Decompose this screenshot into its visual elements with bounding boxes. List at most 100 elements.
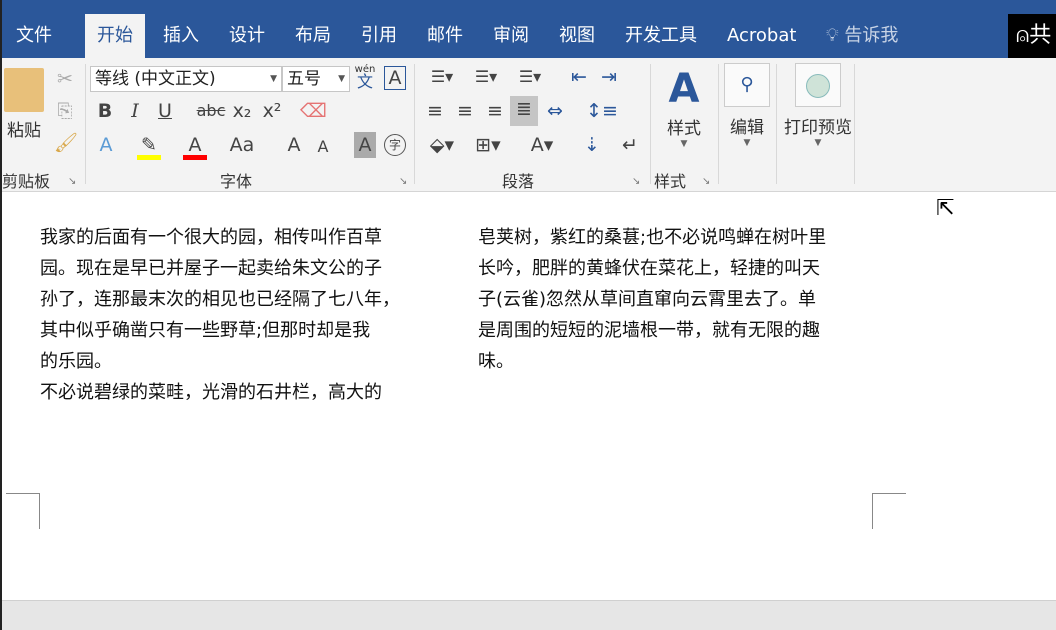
justify-icon[interactable]: ≣: [510, 96, 538, 126]
decrease-indent-icon[interactable]: ⇤: [566, 64, 592, 90]
align-left-icon[interactable]: ≡: [422, 98, 448, 124]
divider: [85, 64, 86, 184]
circle-icon: [806, 74, 830, 98]
phonetic-guide-button[interactable]: wén 文: [354, 64, 376, 94]
paragraph-group-label: 段落: [502, 172, 535, 191]
tab-acrobat[interactable]: Acrobat: [715, 14, 808, 58]
text-line: 不必说碧绿的菜畦，光滑的石井栏，高大的: [40, 382, 382, 403]
strikethrough-button[interactable]: abc: [196, 98, 226, 124]
font-size-value: 五号: [287, 69, 321, 89]
superscript-button[interactable]: x²: [260, 98, 284, 124]
multilevel-list-button[interactable]: ☰▾: [510, 64, 550, 90]
chevron-down-icon: ▼: [270, 74, 277, 84]
text-line: 子(云雀)忽然从草间直窜向云霄里去了。单: [478, 289, 817, 310]
italic-button[interactable]: I: [124, 98, 146, 124]
divider: [718, 64, 719, 184]
bullets-button[interactable]: ☰▾: [422, 64, 462, 90]
text-line: 园。现在是早已并屋子一起卖给朱文公的子: [40, 258, 382, 279]
chevron-down-icon: ▼: [814, 138, 822, 148]
clipboard-icon: [4, 68, 44, 112]
text-column-2: 皂荚树，紫红的桑葚;也不必说鸣蝉在树叶里 长吟，肥胖的黄蜂伏在菜花上，轻捷的叫天…: [478, 222, 898, 377]
styles-group-label: 样式: [654, 172, 687, 191]
clipboard-launcher-icon[interactable]: ↘: [68, 176, 76, 187]
margin-corner-mark: [6, 493, 40, 529]
numbering-button[interactable]: ☰▾: [466, 64, 506, 90]
font-name-select[interactable]: 等线 (中文正文) ▼: [90, 66, 282, 92]
text-line: 味。: [478, 351, 514, 372]
change-case-button[interactable]: Aa: [228, 132, 256, 158]
phonetic-char: 文: [356, 72, 373, 91]
print-preview-button[interactable]: 打印预览 ▼: [780, 63, 856, 148]
add-person-icon: ⍝: [1016, 23, 1030, 48]
text-line: 其中似乎确凿只有一些野草;但那时却是我: [40, 320, 371, 341]
chevron-down-icon: ▼: [680, 139, 688, 149]
tab-layout[interactable]: 布局: [283, 14, 343, 58]
copy-icon[interactable]: ⎘: [54, 98, 76, 124]
tell-me-box[interactable]: 💡︎ 告诉我: [814, 14, 910, 58]
tab-review[interactable]: 审阅: [481, 14, 541, 58]
increase-indent-icon[interactable]: ⇥: [596, 64, 622, 90]
paste-button[interactable]: 粘贴: [2, 68, 46, 141]
share-button[interactable]: ⍝共: [1008, 14, 1056, 58]
underline-button[interactable]: U: [154, 98, 176, 124]
shading-icon[interactable]: ⬙▾: [422, 132, 462, 158]
font-group-label: 字体: [220, 172, 253, 191]
font-launcher-icon[interactable]: ↘: [399, 176, 407, 187]
tab-design[interactable]: 设计: [217, 14, 277, 58]
status-bar: [2, 600, 1056, 630]
editing-button[interactable]: ⚲ 编辑 ▼: [724, 63, 770, 148]
divider: [650, 64, 651, 184]
grow-font-button[interactable]: A: [284, 132, 304, 158]
character-shading-button[interactable]: A: [354, 132, 376, 158]
align-right-icon[interactable]: ≡: [482, 98, 508, 124]
print-preview-icon-box: [795, 63, 841, 107]
text-line: 的乐园。: [40, 351, 112, 372]
share-label: 共: [1029, 23, 1052, 48]
tab-insert[interactable]: 插入: [151, 14, 211, 58]
clear-formatting-icon[interactable]: ⌫: [300, 98, 327, 124]
font-color-button[interactable]: A: [182, 132, 208, 160]
tab-references[interactable]: 引用: [349, 14, 409, 58]
bold-button[interactable]: B: [94, 98, 116, 124]
styles-button-label: 样式: [667, 119, 701, 139]
format-painter-icon[interactable]: 🖌︎: [54, 130, 78, 156]
font-color-swatch: [183, 155, 207, 160]
tab-file[interactable]: 文件: [4, 14, 64, 58]
subscript-button[interactable]: x₂: [230, 98, 254, 124]
chevron-down-icon: ▼: [743, 138, 751, 148]
ribbon: 粘贴 ✂ ⎘ 🖌︎ 剪贴板 ↘ 等线 (中文正文) ▼ 五号 ▼ wén 文 A B …: [2, 58, 1056, 192]
font-size-select[interactable]: 五号 ▼: [282, 66, 350, 92]
styles-icon: A: [668, 66, 700, 112]
ribbon-tab-bar: 文件 开始 插入 设计 布局 引用 邮件 审阅 视图 开发工具 Acrobat …: [2, 0, 1056, 58]
divider: [776, 64, 777, 184]
shrink-font-button[interactable]: A: [314, 134, 332, 160]
distributed-icon[interactable]: ⇔: [542, 98, 568, 124]
print-preview-label: 打印预览: [784, 118, 852, 138]
cut-icon[interactable]: ✂: [54, 66, 76, 92]
highlight-color-swatch: [137, 155, 161, 160]
highlight-button[interactable]: ✎: [136, 132, 162, 160]
tab-view[interactable]: 视图: [547, 14, 607, 58]
search-icon: ⚲: [724, 63, 770, 107]
show-marks-icon[interactable]: ↵: [618, 132, 642, 158]
tab-mailings[interactable]: 邮件: [415, 14, 475, 58]
borders-icon[interactable]: ⊞▾: [468, 132, 508, 158]
sort-icon[interactable]: ⇣: [580, 132, 604, 158]
text-line: 孙了，连那最末次的相见也已经隔了七八年，: [40, 289, 400, 310]
text-line: 我家的后面有一个很大的园，相传叫作百草: [40, 227, 382, 248]
tab-developer[interactable]: 开发工具: [613, 14, 709, 58]
styles-button[interactable]: A 样式 ▼: [654, 64, 714, 149]
paragraph-launcher-icon[interactable]: ↘: [632, 176, 640, 187]
align-center-icon[interactable]: ≡: [452, 98, 478, 124]
tab-home[interactable]: 开始: [85, 14, 145, 58]
text-line: 皂荚树，紫红的桑葚;也不必说鸣蝉在树叶里: [478, 227, 827, 248]
document-area[interactable]: 我家的后面有一个很大的园，相传叫作百草 园。现在是早已并屋子一起卖给朱文公的子 …: [2, 192, 1056, 600]
character-border-button[interactable]: A: [384, 66, 406, 90]
text-effects-button[interactable]: A: [94, 132, 118, 158]
line-spacing-icon[interactable]: ↕≡: [582, 98, 622, 124]
asian-layout-icon[interactable]: A▾: [522, 132, 562, 158]
styles-launcher-icon[interactable]: ↘: [702, 176, 710, 187]
margin-corner-mark: [872, 493, 906, 529]
tell-me-label: 告诉我: [844, 25, 899, 46]
enclose-characters-button[interactable]: 字: [384, 134, 406, 156]
